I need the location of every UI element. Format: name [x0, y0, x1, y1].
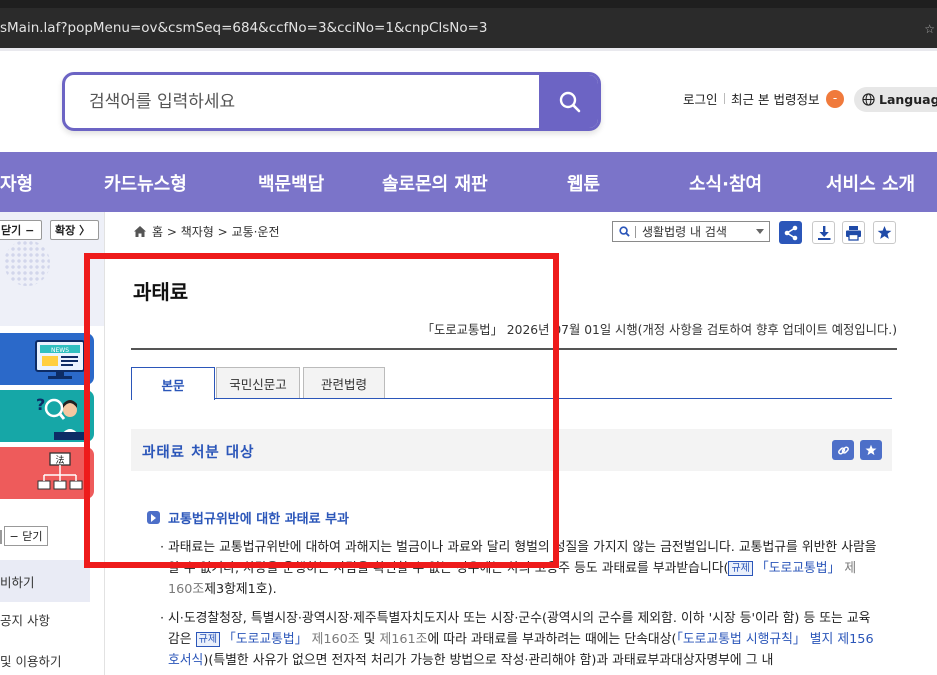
bookmark-star-icon[interactable]: ☆	[924, 22, 935, 36]
search-icon	[559, 91, 581, 112]
banner-news[interactable]: NEWS	[0, 333, 94, 385]
tab-related-law[interactable]: 관련법령	[303, 367, 385, 399]
search-icon	[619, 226, 630, 237]
print-icon	[846, 225, 861, 241]
law-article-ref-2[interactable]: 제161조	[379, 632, 427, 647]
sidebar-link-prepare[interactable]: 비하기	[0, 560, 90, 602]
recent-toggle-badge[interactable]: -	[826, 90, 844, 108]
person-question-icon: ?	[36, 395, 84, 440]
browser-top-strip	[0, 0, 937, 8]
nav-item-webtoon[interactable]: 웹툰	[567, 170, 600, 196]
banner-law[interactable]: 法	[0, 447, 94, 499]
nav-item-cardnews[interactable]: 카드뉴스형	[104, 170, 187, 196]
print-button[interactable]	[842, 221, 865, 244]
language-label: Language	[879, 92, 937, 107]
svg-text:?: ?	[36, 395, 45, 414]
regulation-tag[interactable]: 규제	[195, 632, 221, 647]
util-separator	[724, 93, 725, 104]
language-button[interactable]: Language	[854, 87, 937, 112]
chevron-down-icon	[756, 229, 764, 234]
paragraph-1-end: 제3항제1호).	[204, 582, 277, 597]
sidebar-link-notice[interactable]: 공지 사항	[0, 610, 50, 629]
regulation-tag[interactable]: 규제	[728, 561, 753, 576]
title-divider	[131, 348, 897, 350]
sidebar-close-button-2[interactable]: − 닫기	[4, 526, 48, 546]
recent-law-link[interactable]: 최근 본 법령정보	[731, 89, 819, 108]
sidebar-expand-button[interactable]: 확장 〉	[50, 220, 99, 240]
svg-text:法: 法	[55, 454, 64, 466]
search-input[interactable]	[89, 90, 529, 114]
sidebar-close-button[interactable]: 닫기 −	[0, 220, 42, 240]
nav-item-book[interactable]: 자형	[0, 170, 33, 196]
chevron-right-icon	[147, 511, 160, 524]
tab-civil-petition[interactable]: 국민신문고	[216, 367, 300, 399]
share-icon	[784, 225, 797, 240]
decorative-dots	[4, 240, 50, 286]
globe-icon	[862, 93, 875, 106]
site-logo[interactable]	[0, 92, 6, 106]
breadcrumb-text[interactable]: 홈 > 책자형 > 교통·운전	[152, 223, 280, 240]
favorite-button[interactable]	[873, 221, 896, 244]
sub-heading-text: 교통법규위반에 대한 과태료 부과	[168, 512, 350, 527]
search-box[interactable]	[62, 72, 601, 131]
breadcrumb: 홈 > 책자형 > 교통·운전	[133, 223, 280, 240]
nav-item-service[interactable]: 서비스 소개	[826, 170, 915, 196]
address-bar-divider	[0, 48, 937, 51]
search-button[interactable]	[539, 75, 598, 128]
law-hierarchy-icon: 法	[37, 452, 83, 490]
left-sidebar: 닫기 − 확장 〉 NEWS ? 法 − 닫기 비하기 공지 사항 및 이용하기	[0, 212, 104, 675]
sidebar-edge-bar	[0, 530, 2, 544]
share-button[interactable]	[779, 221, 802, 244]
law-reference-link[interactable]: 「도로교통법」	[223, 632, 307, 647]
tab-main-text[interactable]: 본문	[131, 367, 215, 400]
paragraph-2-text-b: 에 따라 과태료를 부과하려는 때에는 단속대상(	[427, 632, 677, 647]
section-link-button[interactable]	[832, 440, 854, 460]
law-search-dropdown[interactable]: 생활법령 내 검색	[612, 221, 770, 242]
section-favorite-button[interactable]	[860, 440, 882, 460]
star-icon	[865, 444, 877, 456]
page-title: 과태료	[133, 280, 189, 304]
nav-item-solomon[interactable]: 솔로몬의 재판	[382, 170, 488, 196]
main-nav: 자형 카드뉴스형 백문백답 솔로몬의 재판 웹툰 소식·참여 서비스 소개	[0, 152, 937, 212]
bullet: ·	[160, 540, 165, 555]
section-header: 과태료 처분 대상	[131, 429, 892, 471]
tool-search-separator	[635, 225, 636, 238]
home-icon[interactable]	[133, 225, 147, 238]
link-icon	[837, 445, 849, 455]
paragraph-2-mid: 및	[359, 632, 380, 647]
law-article-ref[interactable]: 제160조	[308, 632, 360, 647]
address-url[interactable]: sMain.laf?popMenu=ov&csmSeq=684&ccfNo=3&…	[0, 20, 487, 36]
section-title: 과태료 처분 대상	[142, 445, 255, 461]
paragraph-2: · 시·도경찰청장, 특별시장·광역시장·제주특별자치도지사 또는 시장·군수(…	[160, 608, 880, 671]
download-icon	[817, 225, 830, 240]
banner-qa[interactable]: ?	[0, 390, 94, 442]
paragraph-1: · 과태료는 교통법규위반에 대하여 과해지는 벌금이나 과료와 달리 형벌의 …	[160, 537, 880, 600]
tool-search-label: 생활법령 내 검색	[642, 225, 727, 239]
tab-underline	[131, 398, 892, 399]
paragraph-2-text-c: )(특별한 사유가 없으면 전자적 처리가 가능한 방법으로 작성·관리해야 함…	[203, 653, 774, 668]
sidebar-link-howto[interactable]: 및 이용하기	[0, 651, 61, 670]
sidebar-divider	[104, 212, 105, 675]
bullet: ·	[160, 611, 165, 626]
nav-item-qa[interactable]: 백문백답	[258, 170, 324, 196]
login-link[interactable]: 로그인	[683, 89, 718, 108]
svg-text:NEWS: NEWS	[51, 347, 69, 354]
star-icon	[877, 225, 892, 239]
law-reference-link[interactable]: 「도로교통법」	[756, 561, 840, 576]
download-button[interactable]	[812, 221, 835, 244]
nav-item-news[interactable]: 소식·참여	[689, 170, 762, 196]
address-bar[interactable]: sMain.laf?popMenu=ov&csmSeq=684&ccfNo=3&…	[0, 8, 937, 48]
sub-heading: 교통법규위반에 대한 과태료 부과	[147, 508, 349, 527]
monitor-news-icon: NEWS	[35, 340, 85, 379]
law-effective-info: 「도로교통법」 2026년 07월 01일 시행(개정 사항을 검토하여 향후 …	[421, 323, 897, 337]
